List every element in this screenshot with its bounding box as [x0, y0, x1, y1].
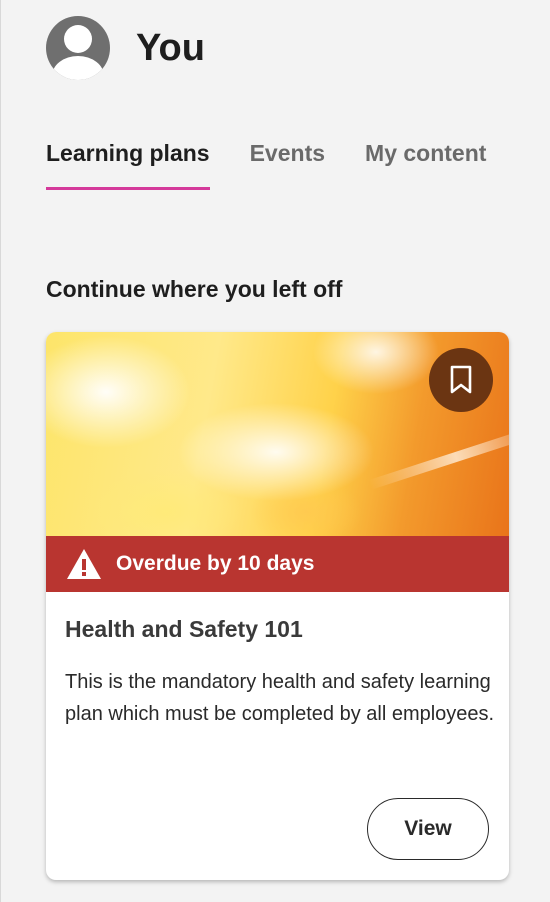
- tab-my-content[interactable]: My content: [365, 140, 486, 190]
- card-title: Health and Safety 101: [65, 616, 303, 642]
- profile-name: You: [136, 26, 205, 69]
- overdue-text: Overdue by 10 days: [116, 552, 315, 575]
- bookmark-icon: [450, 365, 472, 394]
- tab-learning-plans[interactable]: Learning plans: [46, 140, 210, 190]
- user-avatar-icon[interactable]: [46, 16, 110, 80]
- profile-header: You: [46, 16, 205, 80]
- overdue-banner: Overdue by 10 days: [46, 536, 509, 592]
- learning-plan-card[interactable]: Overdue by 10 days Health and Safety 101…: [46, 332, 509, 880]
- view-button[interactable]: View: [367, 798, 489, 860]
- tab-bar: Learning plans Events My content: [46, 140, 526, 190]
- section-title: Continue where you left off: [46, 276, 343, 302]
- page: You Learning plans Events My content Con…: [0, 0, 550, 902]
- card-description: This is the mandatory health and safety …: [65, 671, 495, 725]
- tab-events[interactable]: Events: [250, 140, 325, 190]
- warning-icon: [67, 549, 101, 579]
- bookmark-button[interactable]: [429, 348, 493, 412]
